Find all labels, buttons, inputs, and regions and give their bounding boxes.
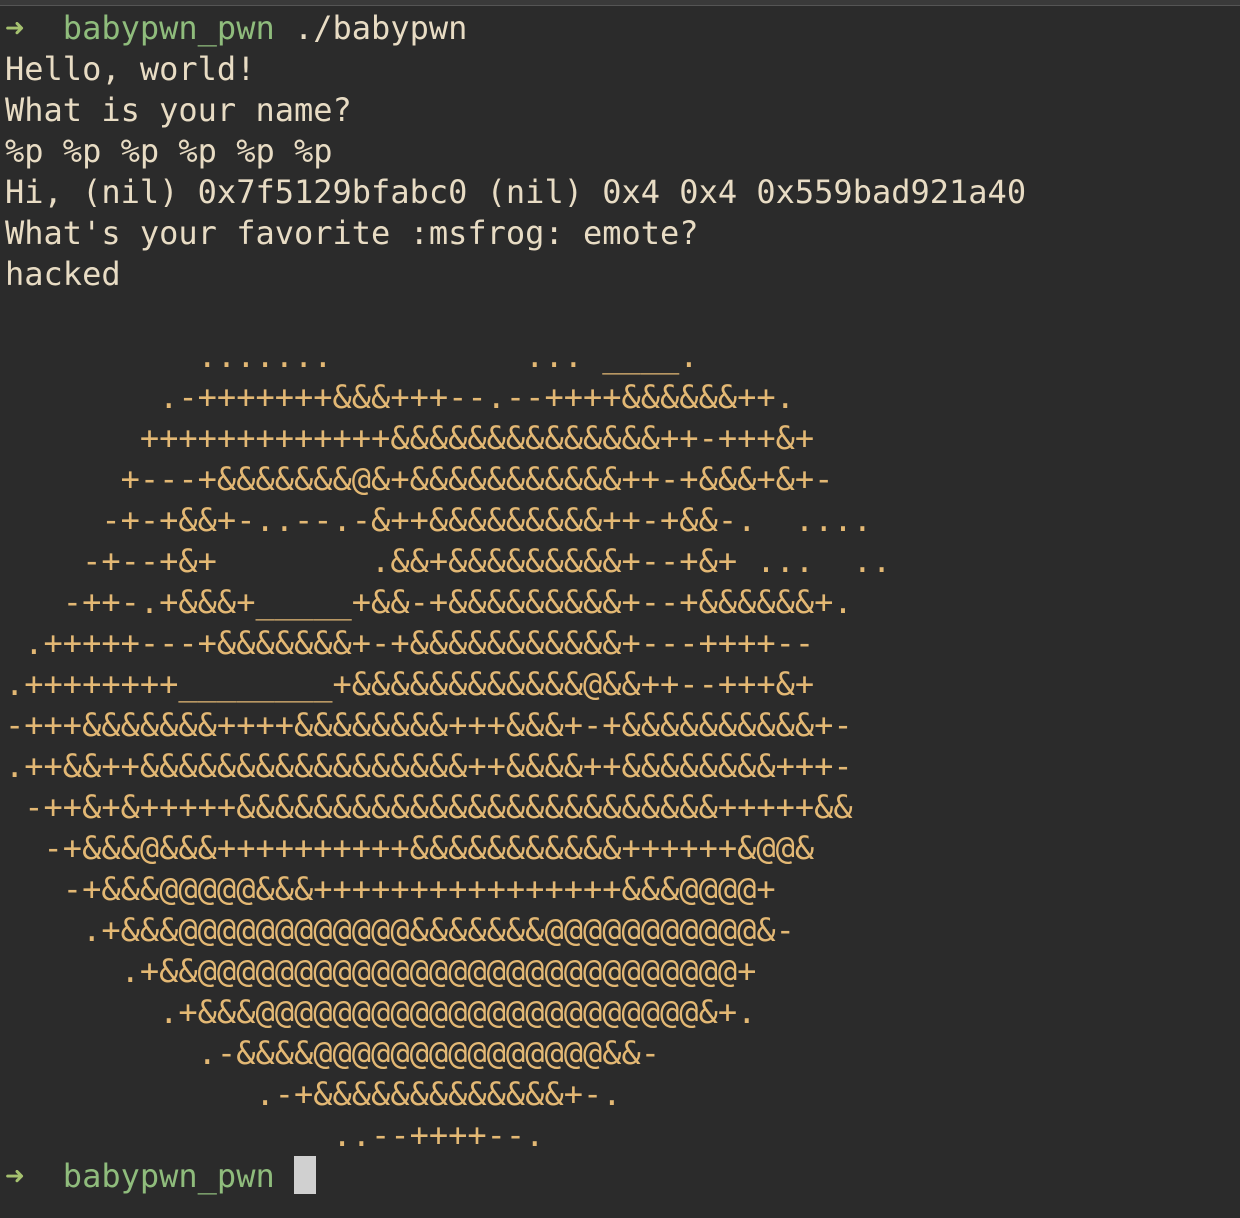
output-line: What is your name?	[5, 91, 352, 129]
ascii-art-line: .+&&&@@@@@@@@@@@@&&&&&&&@@@@@@@@@@@&-	[5, 911, 795, 949]
output-line: Hi, (nil) 0x7f5129bfabc0 (nil) 0x4 0x4 0…	[5, 173, 1027, 211]
ascii-art-line: -+&&&@&&&++++++++++&&&&&&&&&&&++++++&@@&	[5, 829, 815, 867]
terminal-window[interactable]: ➜ babypwn_pwn ./babypwn Hello, world! Wh…	[5, 8, 1235, 1214]
output-line: Hello, world!	[5, 50, 256, 88]
ascii-art-line: -+-+&&+-..--.-&++&&&&&&&&&++-+&&-. ....	[5, 501, 872, 539]
ascii-art-line: .-&&&&@@@@@@@@@@@@@@@&&-	[5, 1034, 661, 1072]
ascii-art-line: .+&&@@@@@@@@@@@@@@@@@@@@@@@@@@@@+	[5, 952, 757, 990]
command-line: ➜ babypwn_pwn ./babypwn	[5, 8, 1235, 49]
command-text: ./babypwn	[293, 9, 468, 47]
prompt-arrow-icon: ➜	[5, 9, 25, 47]
prompt-arrow-icon: ➜	[5, 1157, 25, 1195]
prompt-cwd: babypwn_pwn	[62, 9, 275, 47]
ascii-art-line: .-+&&&&&&&&&&&&&+-.	[5, 1075, 622, 1113]
window-top-border	[0, 0, 1240, 6]
terminal-cursor	[293, 1156, 316, 1194]
ascii-art-line: ....... ... ____.	[5, 337, 699, 375]
output-line: %p %p %p %p %p %p	[5, 132, 333, 170]
prompt-cwd: babypwn_pwn	[62, 1157, 275, 1195]
ascii-art-line: -+--+&+ .&&+&&&&&&&&&+--+&+ ... ..	[5, 542, 892, 580]
final-prompt-line[interactable]: ➜ babypwn_pwn	[5, 1156, 1235, 1197]
ascii-art-line: .++&&++&&&&&&&&&&&&&&&&&++&&&&++&&&&&&&&…	[5, 747, 853, 785]
output-line: What's your favorite :msfrog: emote?	[5, 214, 699, 252]
ascii-art-line: .+++++---+&&&&&&&+-+&&&&&&&&&&&+---++++-…	[5, 624, 815, 662]
ascii-art: ....... ... ____. .-+++++++&&&+++--.--++…	[5, 336, 1235, 1156]
ascii-art-line: -+&&&@@@@@&&&++++++++++++++++&&&@@@@+	[5, 870, 776, 908]
ascii-art-line: ..--++++--.	[5, 1116, 545, 1154]
ascii-art-line: +++++++++++++&&&&&&&&&&&&&&++-+++&+	[5, 419, 815, 457]
ascii-art-line: -+++&&&&&&&++++&&&&&&&&+++&&&+-+&&&&&&&&…	[5, 706, 853, 744]
ascii-art-line: -++&+&+++++&&&&&&&&&&&&&&&&&&&&&&&&&++++…	[5, 788, 853, 826]
ascii-art-line: .-+++++++&&&+++--.--++++&&&&&&++.	[5, 378, 795, 416]
ascii-art-line: -++-.+&&&+_____+&&-+&&&&&&&&&+--+&&&&&&+…	[5, 583, 853, 621]
ascii-art-line: +---+&&&&&&&@&+&&&&&&&&&&&++-+&&&+&+-	[5, 460, 834, 498]
ascii-art-line: .++++++++________+&&&&&&&&&&&&@&&++--+++…	[5, 665, 815, 703]
ascii-art-line: .+&&&@@@@@@@@@@@@@@@@@@@@@@@&+.	[5, 993, 757, 1031]
output-line: hacked	[5, 255, 121, 293]
